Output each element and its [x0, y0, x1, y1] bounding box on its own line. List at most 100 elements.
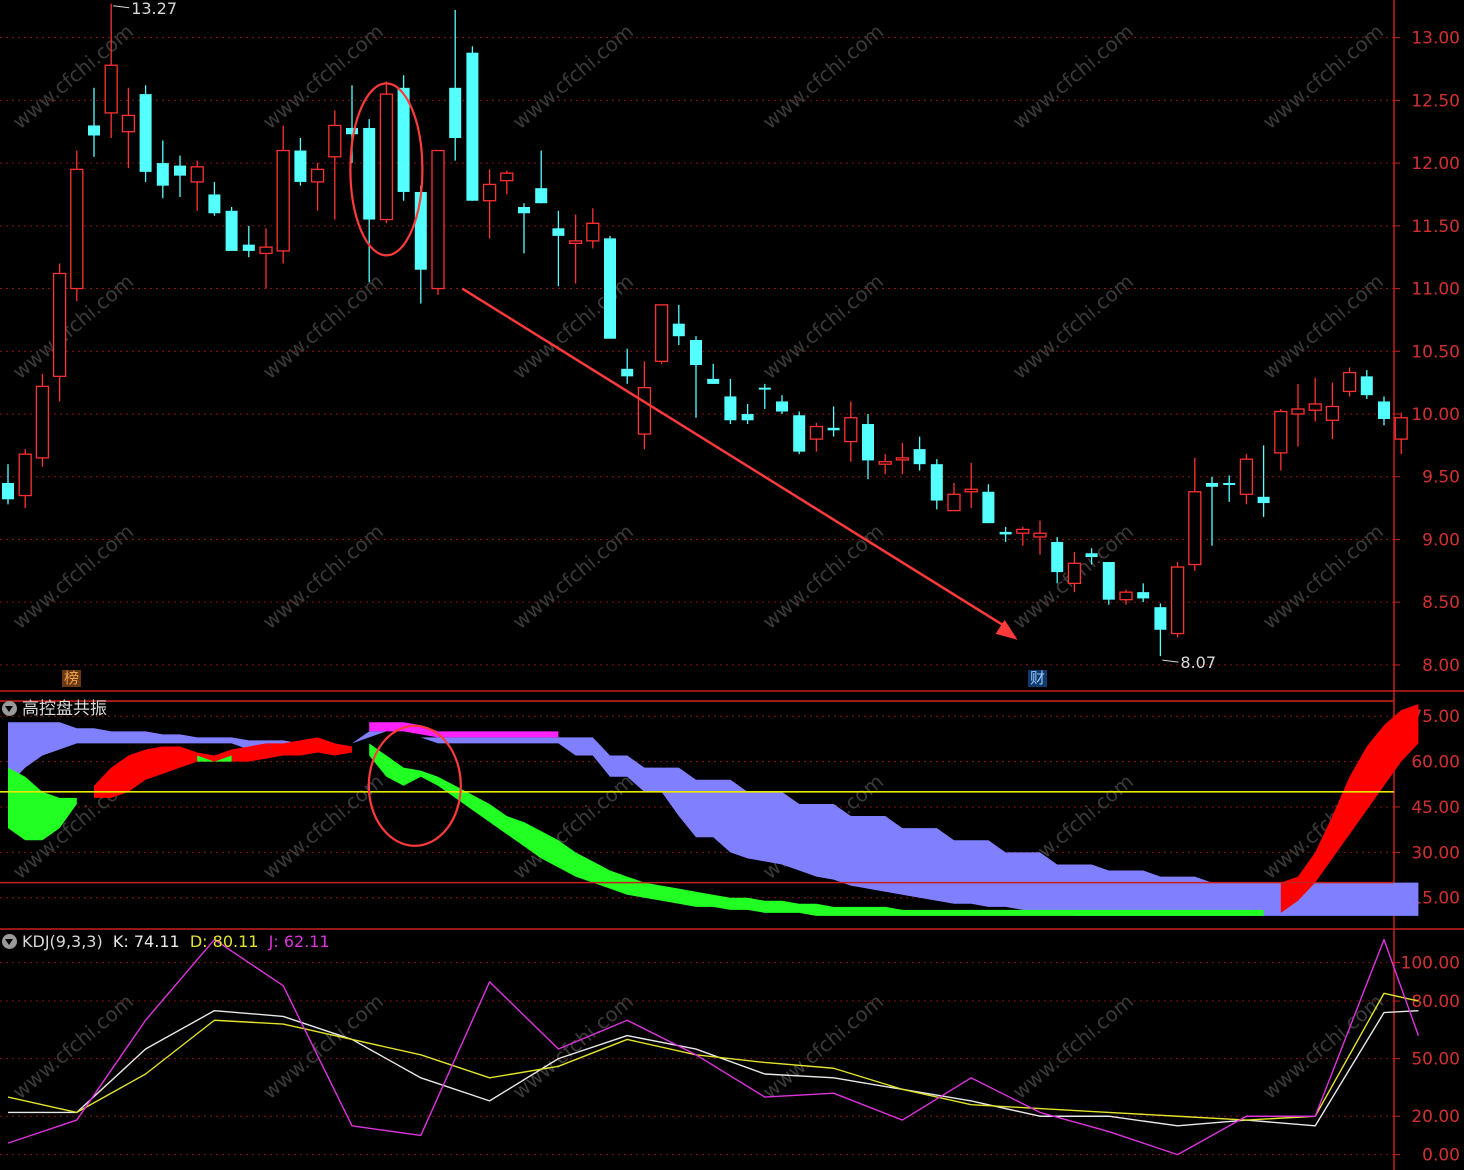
candle-up [1170, 566, 1185, 635]
candle-down [225, 210, 238, 251]
candle-down [690, 339, 702, 366]
low-value-label: 8.07 [1180, 653, 1216, 672]
y-tick-label: 45.00 [1411, 798, 1460, 818]
candle-up [310, 168, 325, 183]
watermark-text: www.cfchi.com [258, 519, 388, 634]
candle-down [156, 163, 169, 186]
candle-down [1360, 376, 1373, 396]
candle-up [431, 149, 445, 290]
y-tick-label: 0.00 [1422, 1146, 1460, 1166]
y-tick-label: 100.00 [1401, 954, 1460, 974]
stock-chart: 13.00 12.50 12.00 11.50 11.00 10.50 10.00 9.50 9… [0, 0, 1464, 1170]
candle-up [1119, 591, 1133, 601]
tag-cai[interactable]: 财 [1028, 670, 1048, 687]
candle-up [568, 240, 583, 245]
y-tick-label: 11.00 [1411, 280, 1460, 300]
candle-up [500, 172, 514, 182]
candle-down [982, 491, 995, 524]
candle-down [672, 323, 685, 337]
candle-down [930, 464, 943, 501]
candle-up [1308, 403, 1322, 411]
candle-up [328, 124, 342, 158]
candle-down [707, 378, 720, 384]
candle-down [999, 531, 1012, 535]
watermark-text: www.cfchi.com [508, 269, 638, 384]
y-tick-label: 13.00 [1411, 29, 1460, 49]
candle-up [190, 166, 204, 183]
candle-up [637, 387, 652, 435]
y-tick-label: 9.00 [1422, 530, 1460, 550]
y-tick-label: 80.00 [1411, 992, 1460, 1012]
candle-down [466, 52, 479, 201]
candle-up [895, 457, 910, 461]
candle-down [535, 188, 548, 204]
tag-bang[interactable]: 榜 [62, 670, 82, 687]
y-tick-label: 10.00 [1411, 405, 1460, 425]
watermark-text: www.cfchi.com [758, 269, 888, 384]
watermark-text: www.cfchi.com [8, 519, 138, 634]
candle-down [1137, 592, 1150, 599]
y-tick-label: 50.00 [1411, 1050, 1460, 1070]
candle-down [1206, 483, 1218, 487]
candle-down [776, 401, 788, 412]
candle-up [586, 222, 600, 242]
candle-up [1342, 371, 1357, 393]
candle-down [1102, 562, 1115, 600]
watermark-text: www.cfchi.com [1008, 989, 1138, 1104]
y-tick-label: 10.50 [1411, 342, 1460, 362]
y-tick-label: 12.50 [1411, 91, 1460, 111]
watermark-text: www.cfchi.com [758, 519, 888, 634]
candle-up [482, 183, 497, 202]
band-red [1280, 704, 1419, 913]
y-tick-label: 20.00 [1411, 1107, 1460, 1127]
kdj-header: KDJ(9,3,3) K: 74.11 D: 80.11 J: 62.11 [2, 932, 330, 951]
candle-up [1274, 410, 1288, 454]
y-tick-label: 8.00 [1422, 656, 1460, 676]
watermark-text: www.cfchi.com [1258, 19, 1388, 134]
candle-up [121, 114, 136, 133]
candle-up [878, 461, 892, 465]
kdj-j-value: J: 62.11 [268, 932, 330, 951]
collapse-icon[interactable] [2, 701, 17, 716]
candle-up [70, 168, 84, 290]
kdj-line-d [7, 992, 1419, 1121]
y-tick-label: 12.00 [1411, 154, 1460, 174]
watermark-text: www.cfchi.com [1258, 269, 1388, 384]
candle-down [139, 94, 152, 172]
candle-up [1033, 532, 1047, 538]
candle-down [518, 207, 530, 214]
watermark-text: www.cfchi.com [758, 19, 888, 134]
y-tick-label: 9.50 [1422, 468, 1460, 488]
watermark-text: www.cfchi.com [1258, 519, 1388, 634]
candle-down [1378, 401, 1390, 420]
candle-down [827, 427, 840, 431]
candle-down [449, 87, 462, 138]
y-tick-label: 75.00 [1411, 707, 1460, 727]
watermark-text: www.cfchi.com [508, 519, 638, 634]
candle-down [88, 125, 100, 136]
watermark-text: www.cfchi.com [8, 989, 138, 1104]
candle-down [793, 415, 806, 452]
candle-down [724, 396, 737, 421]
candle-up [1188, 491, 1202, 566]
candle-down [2, 483, 14, 500]
candle-up [964, 488, 978, 493]
candle-up [18, 453, 32, 497]
candle-down [363, 127, 376, 220]
watermark-text: www.cfchi.com [258, 989, 388, 1104]
y-tick-label: 11.50 [1411, 217, 1460, 237]
indicator-title: 高控盘共振 [22, 699, 107, 719]
watermark-text: www.cfchi.com [758, 989, 888, 1104]
candle-down [1257, 496, 1270, 504]
candle-up [104, 64, 118, 114]
collapse-icon[interactable] [2, 934, 17, 949]
candle-down [397, 87, 410, 192]
candle-up [379, 93, 394, 221]
candle-down [1154, 607, 1167, 630]
candle-up [809, 425, 824, 440]
watermark-text: www.cfchi.com [8, 19, 138, 134]
candle-up [52, 272, 67, 378]
candle-up [259, 246, 273, 255]
candle-down [242, 244, 255, 251]
candle-down [552, 228, 565, 236]
